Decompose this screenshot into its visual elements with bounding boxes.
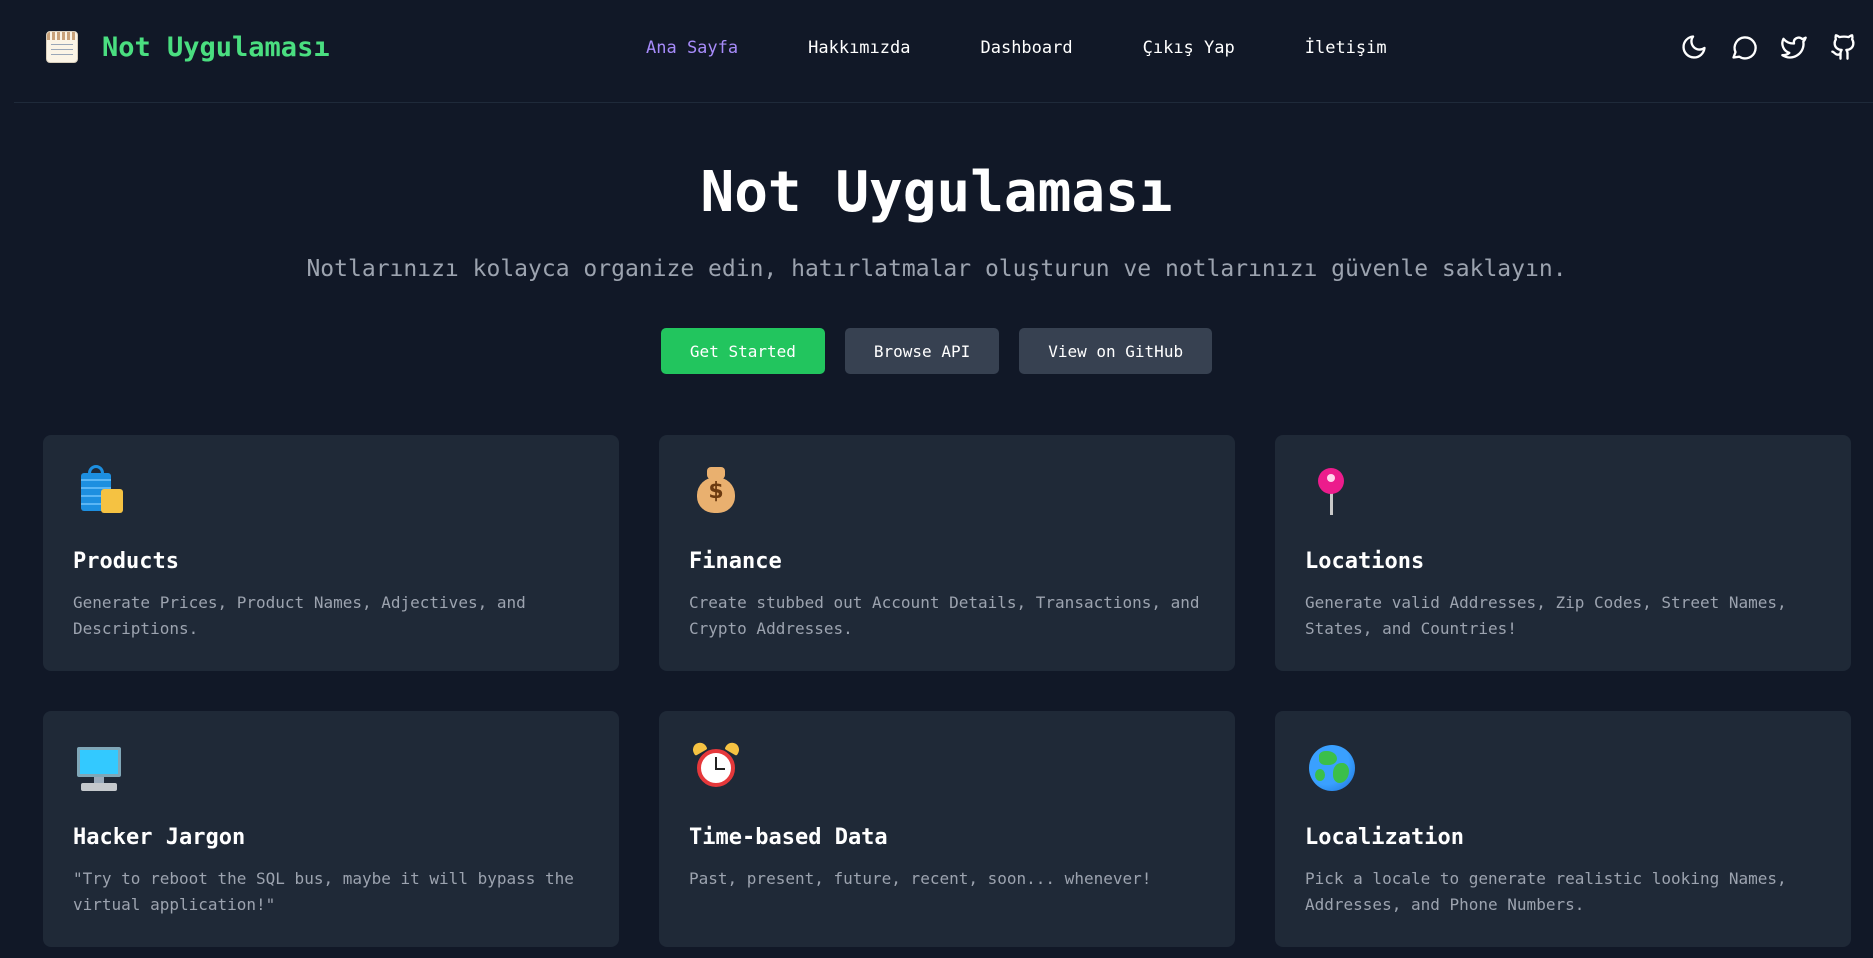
feature-title: Localization [1305,825,1464,850]
feature-title: Time-based Data [689,825,888,850]
feature-card-finance: $ Finance Create stubbed out Account Det… [659,435,1235,671]
view-on-github-button[interactable]: View on GitHub [1019,328,1213,374]
feature-description: Past, present, future, recent, soon... w… [689,869,1152,888]
feature-card-time-based-data: Time-based Data Past, present, future, r… [659,711,1235,947]
brand-logo[interactable]: Not Uygulaması [46,31,330,63]
feature-title: Locations [1305,549,1425,574]
nav-links: Ana Sayfa Hakkımızda Dashboard Çıkış Yap… [646,38,1457,58]
feature-card-hacker-jargon: Hacker Jargon "Try to reboot the SQL bus… [43,711,619,947]
chat-icon[interactable] [1729,32,1759,62]
hero-buttons: Get Started Browse API View on GitHub [0,328,1873,374]
alarm-clock-icon [689,740,742,793]
moon-icon[interactable] [1679,32,1709,62]
nav-icon-group [1679,32,1859,62]
nav-link-iletisim[interactable]: İletişim [1305,38,1387,58]
nav-link-cikis-yap[interactable]: Çıkış Yap [1143,38,1235,58]
desktop-computer-icon [73,741,125,793]
top-navbar: Not Uygulaması Ana Sayfa Hakkımızda Dash… [14,0,1873,103]
globe-icon [1305,741,1357,793]
feature-description: Generate valid Addresses, Zip Codes, Str… [1305,593,1787,638]
shopping-bags-icon [73,465,125,517]
hero-section: Not Uygulaması Notlarınızı kolayca organ… [0,150,1873,374]
hero-title: Not Uygulaması [700,160,1173,225]
hero-subtitle: Notlarınızı kolayca organize edin, hatır… [306,256,1567,282]
round-pushpin-icon [1305,465,1357,517]
feature-title: Products [73,549,179,574]
feature-card-locations: Locations Generate valid Addresses, Zip … [1275,435,1851,671]
money-bag-icon: $ [689,465,741,517]
feature-description: Create stubbed out Account Details, Tran… [689,593,1200,638]
get-started-button[interactable]: Get Started [660,328,825,374]
feature-title: Finance [689,549,782,574]
github-icon[interactable] [1829,32,1859,62]
feature-description: Pick a locale to generate realistic look… [1305,869,1787,914]
feature-card-localization: Localization Pick a locale to generate r… [1275,711,1851,947]
nav-link-dashboard[interactable]: Dashboard [980,38,1072,58]
twitter-icon[interactable] [1779,32,1809,62]
nav-link-ana-sayfa[interactable]: Ana Sayfa [646,38,738,58]
feature-description: "Try to reboot the SQL bus, maybe it wil… [73,869,574,914]
features-grid: Products Generate Prices, Product Names,… [43,435,1852,947]
notepad-icon [46,31,78,63]
brand-name: Not Uygulaması [102,31,330,63]
nav-link-hakkimizda[interactable]: Hakkımızda [808,38,910,58]
feature-description: Generate Prices, Product Names, Adjectiv… [73,593,526,638]
browse-api-button[interactable]: Browse API [844,328,1000,374]
feature-card-products: Products Generate Prices, Product Names,… [43,435,619,671]
feature-title: Hacker Jargon [73,825,246,850]
